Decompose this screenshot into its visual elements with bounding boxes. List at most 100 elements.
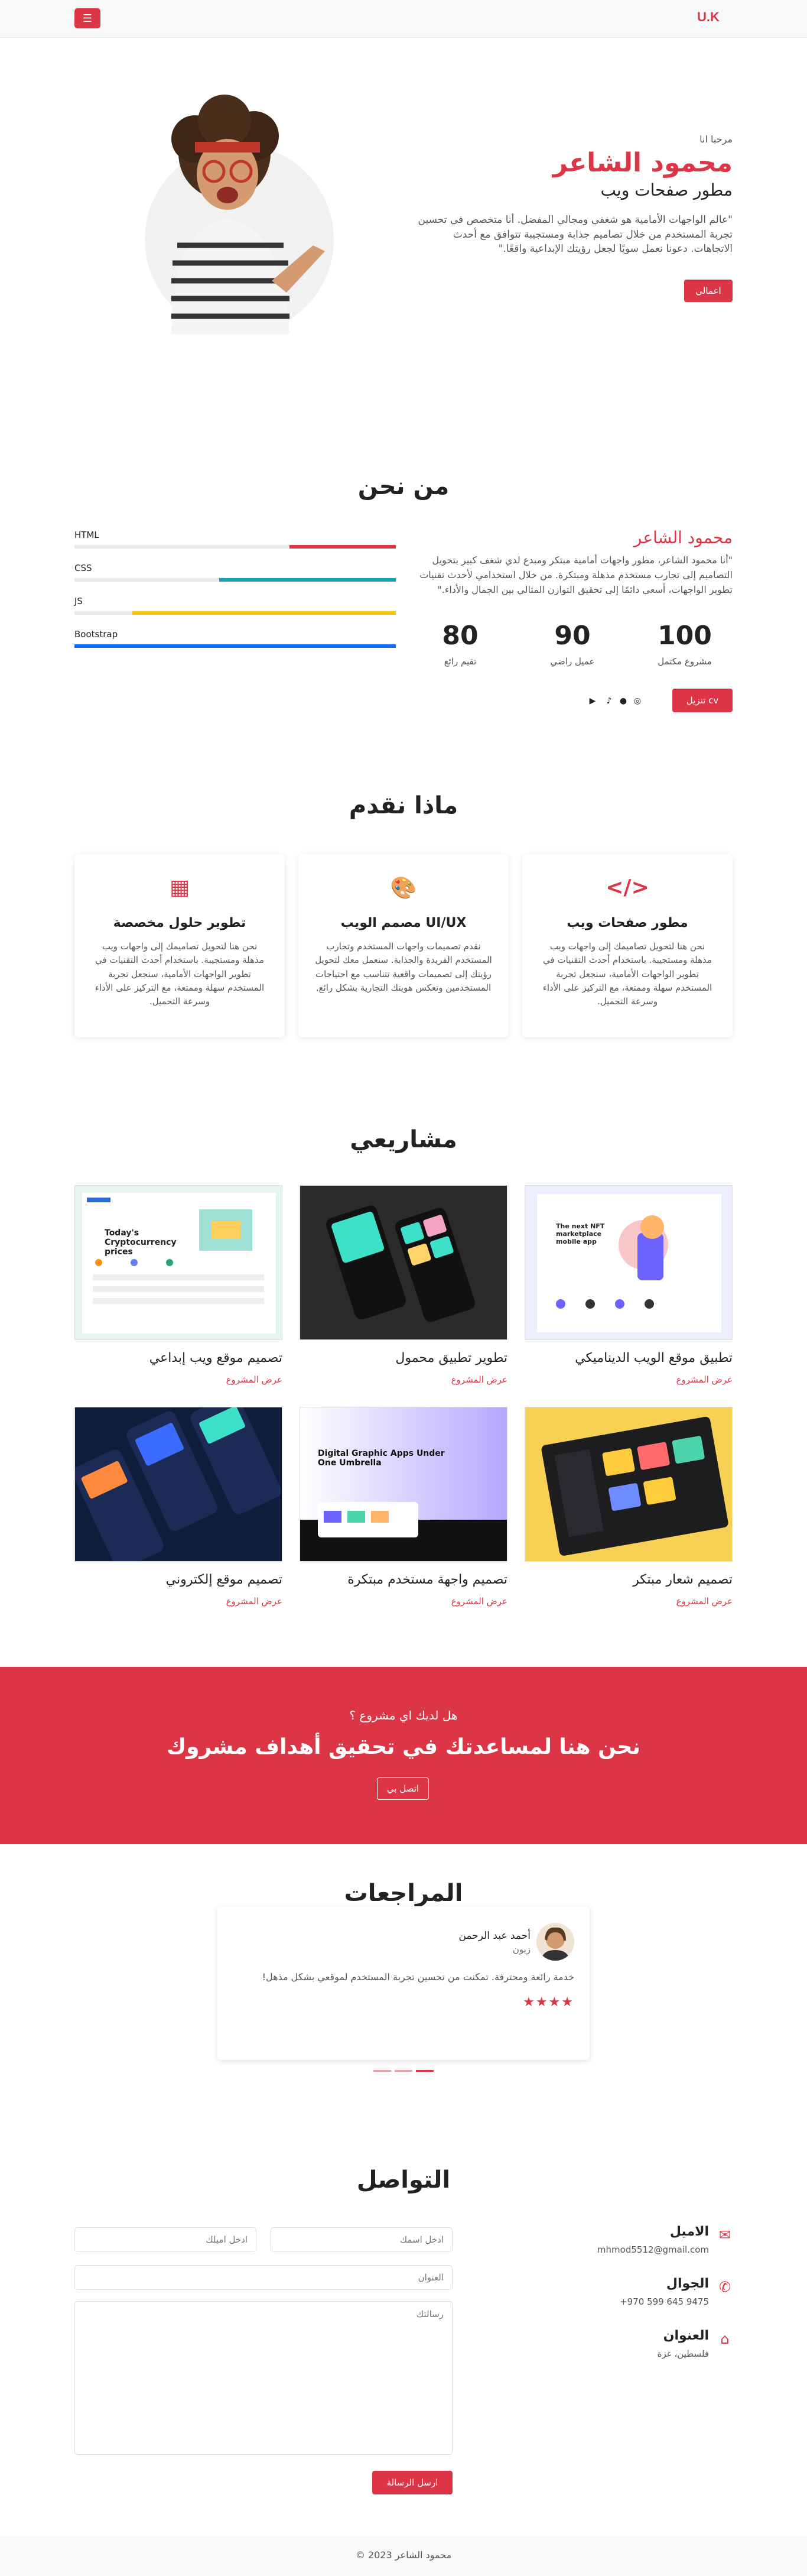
services-title: ماذا نقدم xyxy=(349,792,458,819)
project-thumbnail[interactable]: The next NFT marketplace mobile app xyxy=(525,1185,733,1340)
envelope-icon: ✉ xyxy=(718,2227,731,2243)
skill-name: Bootstrap xyxy=(74,629,118,640)
contact-me-button[interactable]: اتصل بي xyxy=(377,1777,429,1800)
service-card: ▦ تطوير حلول مخصصة نحن هنا لتحويل تصاميم… xyxy=(74,854,285,1037)
stat-value: 90 xyxy=(554,621,591,651)
carousel-indicator[interactable] xyxy=(395,2070,412,2072)
stat-label: عميل راضي xyxy=(550,656,595,667)
send-message-button[interactable]: ارسل الرسالة xyxy=(372,2471,453,2494)
stat-value: 100 xyxy=(658,621,712,651)
map-icon: ⌂ xyxy=(720,2331,730,2347)
project-thumbnail[interactable]: Digital Graphic Apps Under One Umbrella xyxy=(300,1407,507,1562)
stat-value: 80 xyxy=(442,621,479,651)
view-project-link[interactable]: عرض المشروع xyxy=(74,1596,282,1607)
cta-headline: نحن هنا لمساعدتك في تحقيق أهداف مشروك xyxy=(167,1735,640,1759)
projects-title: مشاريعي xyxy=(350,1126,457,1153)
project-title: تطوير تطبيق محمول xyxy=(395,1351,507,1365)
service-card: 🎨 مصمم الويب UI/UX نقدم تصميمات واجهات ا… xyxy=(298,854,509,1037)
stat-label: مشروع مكتمل xyxy=(658,656,712,667)
reviewer-name: أحمد عبد الرحمن xyxy=(458,1930,531,1942)
skill-progress-track xyxy=(74,644,396,648)
palette-icon: 🎨 xyxy=(390,876,417,900)
project-title: تصميم واجهة مستخدم مبتكرة xyxy=(347,1572,507,1587)
testimonials-title: المراجعات xyxy=(344,1880,463,1907)
portfolio-button[interactable]: اعمالي xyxy=(684,280,733,302)
project-mock-heading: Today's Cryptocurrency prices xyxy=(105,1228,177,1257)
footer-copyright: © 2023 محمود الشاعر xyxy=(355,2549,452,2561)
skill-name: HTML xyxy=(74,530,99,540)
contact-title: التواصل xyxy=(356,2166,451,2194)
skill-progress-track xyxy=(74,611,396,615)
project-thumbnail[interactable]: Today's Cryptocurrency prices xyxy=(74,1185,282,1340)
building-icon: ▦ xyxy=(169,875,190,900)
skill-progress-fill xyxy=(132,611,396,615)
hero-description: "عالم الواجهات الأمامية هو شغفي ومجالي ا… xyxy=(418,214,733,255)
skill-name: CSS xyxy=(74,563,92,573)
project-title: تطبيق موقع الويب الديناميكي xyxy=(575,1351,733,1365)
instagram-icon[interactable]: ◎ xyxy=(632,696,643,706)
skill-name: JS xyxy=(74,596,83,606)
contact-info-value: فلسطين، غزة xyxy=(657,2348,709,2359)
hero-greeting: مرحبا انا xyxy=(699,134,733,145)
project-mock-heading: The next NFT marketplace mobile app xyxy=(556,1222,605,1245)
message-textarea[interactable] xyxy=(74,2301,453,2455)
hero-name: محمود الشاعر xyxy=(552,148,733,178)
view-project-link[interactable]: عرض المشروع xyxy=(525,1374,733,1385)
facebook-icon[interactable]: ● xyxy=(618,696,629,706)
download-cv-button[interactable]: تنزيل cv xyxy=(672,689,733,712)
stat-label: تقيم رائع xyxy=(444,656,477,667)
project-thumbnail[interactable] xyxy=(300,1185,507,1340)
contact-info-value: mhmod5512@gmail.com xyxy=(597,2244,709,2255)
code-icon: </> xyxy=(606,875,649,900)
view-project-link[interactable]: عرض المشروع xyxy=(74,1374,282,1385)
service-description: نحن هنا لتحويل تصاميمك إلى واجهات ويب مذ… xyxy=(542,941,712,1007)
skill-progress-track xyxy=(74,578,396,582)
view-project-link[interactable]: عرض المشروع xyxy=(300,1374,507,1385)
view-project-link[interactable]: عرض المشروع xyxy=(300,1596,507,1607)
service-title: تطوير حلول مخصصة xyxy=(113,916,246,930)
hero-avatar-image xyxy=(145,95,334,334)
skill-progress-fill xyxy=(74,644,396,648)
contact-info-title: الاميل xyxy=(669,2224,709,2239)
service-card: </> مطور صفحات ويب نحن هنا لتحويل تصاميم… xyxy=(522,854,733,1037)
carousel-indicator[interactable] xyxy=(373,2070,391,2072)
star-rating: ★★★★ xyxy=(523,1995,574,2010)
project-title: تصميم موقع ويب إبداعي xyxy=(149,1351,282,1365)
about-name: محمود الشاعر xyxy=(633,528,733,547)
view-project-link[interactable]: عرض المشروع xyxy=(525,1596,733,1607)
service-title: مطور صفحات ويب xyxy=(567,916,688,930)
about-title: من نحن xyxy=(357,473,450,500)
subject-input[interactable] xyxy=(74,2265,453,2290)
hamburger-icon: ☰ xyxy=(82,12,93,25)
project-title: تصميم شعار مبتكر xyxy=(633,1572,733,1587)
about-description: "أنا محمود الشاعر، مطور واجهات أمامية مب… xyxy=(419,554,733,595)
carousel-indicator-active[interactable] xyxy=(416,2070,434,2072)
reviewer-role: زبون xyxy=(512,1944,531,1955)
name-input[interactable] xyxy=(271,2227,453,2252)
skill-progress-track xyxy=(74,545,396,549)
hero-role: مطور صفحات ويب xyxy=(600,180,733,200)
skill-progress-fill xyxy=(219,578,396,582)
menu-toggle-button[interactable]: ☰ xyxy=(74,8,100,28)
avatar xyxy=(536,1923,574,1961)
skill-progress-fill xyxy=(289,545,396,549)
phone-icon: ✆ xyxy=(718,2279,731,2295)
contact-info-title: العنوان xyxy=(663,2328,709,2343)
service-title: مصمم الويب UI/UX xyxy=(340,916,467,930)
brand-logo[interactable]: U.K xyxy=(697,9,733,27)
contact-info-value: +970 599 645 9475 xyxy=(620,2296,709,2307)
project-thumbnail[interactable] xyxy=(74,1407,282,1562)
project-title: تصميم موقع إلكتروني xyxy=(165,1572,282,1587)
testimonial-card: أحمد عبد الرحمن زبون خدمة رائعة ومحترفة.… xyxy=(217,1906,590,2060)
cta-question: هل لديك اي مشروع ؟ xyxy=(349,1708,458,1722)
service-description: نحن هنا لتحويل تصاميمك إلى واجهات ويب مذ… xyxy=(95,941,265,1007)
email-input[interactable] xyxy=(74,2227,256,2252)
review-quote: خدمة رائعة ومحترفة. تمكنت من تحسين تجربة… xyxy=(262,1971,574,1983)
youtube-icon[interactable]: ▶ xyxy=(587,696,598,706)
service-description: نقدم تصميمات واجهات المستخدم وتجارب المس… xyxy=(315,941,492,993)
tiktok-icon[interactable]: ♪ xyxy=(604,696,614,706)
navbar xyxy=(0,0,807,38)
project-thumbnail[interactable] xyxy=(525,1407,733,1562)
project-mock-heading: Digital Graphic Apps Under One Umbrella xyxy=(318,1449,445,1468)
contact-info-title: الجوال xyxy=(666,2276,709,2291)
